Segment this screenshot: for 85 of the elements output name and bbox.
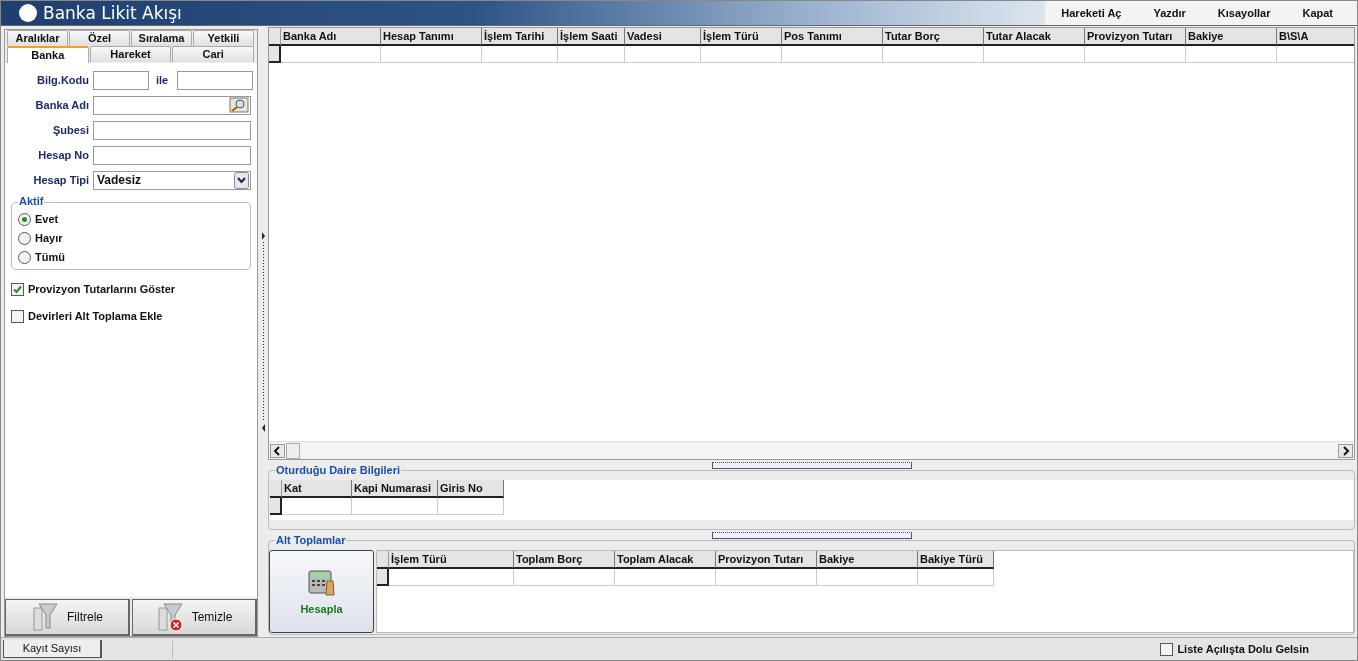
row-selector[interactable]: [270, 498, 282, 515]
field-label: Hesap Tipi: [32, 174, 89, 186]
scroll-thumb[interactable]: [286, 442, 300, 459]
group-title: Alt Toplamlar: [275, 534, 347, 546]
funnel-icon: [31, 602, 59, 632]
grid-corner: [377, 551, 389, 569]
column-header[interactable]: Giris No: [438, 480, 504, 498]
circle-icon: [19, 4, 37, 22]
tab[interactable]: Özel: [69, 30, 130, 46]
scroll-left-icon[interactable]: [270, 443, 285, 458]
field-label: Şubesi: [51, 124, 89, 136]
chevron-down-icon[interactable]: [234, 171, 249, 189]
column-header[interactable]: Bakiye Türü: [918, 551, 994, 569]
table-cell: [558, 46, 625, 63]
column-header[interactable]: Vadesi: [625, 28, 701, 46]
radio-option[interactable]: Tümü: [18, 249, 244, 265]
tab[interactable]: Aralıklar: [7, 30, 68, 46]
radio-button[interactable]: [18, 250, 31, 264]
column-header[interactable]: B\S\A: [1277, 28, 1354, 46]
filter-button[interactable]: Filtrele: [5, 599, 130, 636]
column-header[interactable]: İşlem Türü: [701, 28, 782, 46]
column-header[interactable]: Provizyon Tutarı: [1085, 28, 1186, 46]
splitter-handle-icon[interactable]: [711, 461, 912, 469]
column-header[interactable]: Banka Adı: [281, 28, 381, 46]
tab[interactable]: Cari: [172, 46, 254, 62]
calculate-button[interactable]: Hesapla: [269, 550, 374, 633]
calculator-icon: [306, 568, 337, 597]
window-title: Banka Likit Akışı: [43, 3, 182, 23]
column-header[interactable]: Kat: [282, 480, 352, 498]
row-selector[interactable]: [377, 569, 389, 586]
status-label: Kayıt Sayısı: [3, 640, 102, 658]
menu-item[interactable]: Hareketi Aç: [1045, 7, 1138, 19]
column-header[interactable]: Tutar Borç: [883, 28, 984, 46]
tab[interactable]: Banka: [7, 46, 89, 63]
field-label: Hesap No: [37, 149, 89, 161]
row-selector[interactable]: [269, 46, 281, 63]
tab[interactable]: Yetkili: [193, 30, 254, 46]
column-header[interactable]: İşlem Tarihi: [482, 28, 558, 46]
column-header[interactable]: İşlem Saati: [558, 28, 625, 46]
scroll-right-icon[interactable]: [1338, 443, 1353, 458]
checkbox-option[interactable]: Devirleri Alt Toplama Ekle: [11, 308, 253, 324]
radio-button[interactable]: [18, 231, 31, 245]
tab[interactable]: Sıralama: [131, 30, 192, 46]
filter-button[interactable]: Temizle: [132, 599, 257, 636]
column-header[interactable]: Bakiye: [817, 551, 918, 569]
column-header[interactable]: Provizyon Tutarı: [716, 551, 817, 569]
field-label: Bilg.Kodu: [36, 74, 89, 86]
checkbox[interactable]: [11, 309, 24, 323]
radio-option[interactable]: Hayır: [18, 230, 244, 246]
input-field[interactable]: [93, 70, 149, 90]
checkbox-option[interactable]: Liste Açılışta Dolu Gelsin: [1160, 641, 1309, 657]
column-header[interactable]: Toplam Alacak: [615, 551, 716, 569]
field-label: Banka Adı: [34, 99, 89, 111]
column-header[interactable]: Toplam Borç: [514, 551, 615, 569]
lookup-field[interactable]: [93, 95, 251, 115]
table-cell: [438, 498, 504, 515]
horizontal-scrollbar[interactable]: [269, 441, 1354, 459]
checkbox[interactable]: [11, 282, 24, 296]
field-label: ile: [154, 74, 170, 86]
table-cell: [282, 498, 352, 515]
input-field[interactable]: [93, 120, 251, 140]
column-header[interactable]: Pos Tanımı: [782, 28, 883, 46]
input-field[interactable]: [177, 70, 253, 90]
column-header[interactable]: Kapi Numarasi: [352, 480, 438, 498]
splitter-handle-icon[interactable]: [260, 231, 266, 432]
funnel-clear-icon: [155, 602, 184, 632]
radio-button[interactable]: [18, 212, 31, 226]
group-title: Aktif: [18, 195, 45, 207]
search-icon[interactable]: [229, 97, 249, 113]
column-header[interactable]: Bakiye: [1186, 28, 1277, 46]
checkbox[interactable]: [1160, 642, 1174, 656]
column-header[interactable]: Tutar Alacak: [984, 28, 1085, 46]
menu-item[interactable]: Kapat: [1286, 7, 1349, 19]
checkbox-option[interactable]: Provizyon Tutarlarını Göster: [11, 281, 253, 297]
group-title: Oturduğu Daire Bilgileri: [275, 464, 402, 476]
menu-item[interactable]: Kısayollar: [1201, 7, 1287, 19]
column-header[interactable]: İşlem Türü: [389, 551, 514, 569]
grid-corner: [270, 480, 282, 498]
menu-item[interactable]: Yazdır: [1137, 7, 1202, 19]
tab[interactable]: Hareket: [89, 46, 172, 62]
input-field[interactable]: [93, 145, 251, 165]
column-header[interactable]: Hesap Tanımı: [381, 28, 482, 46]
splitter-handle-icon[interactable]: [711, 531, 912, 539]
dropdown[interactable]: Vadesiz: [93, 170, 251, 190]
radio-option[interactable]: Evet: [18, 211, 244, 227]
